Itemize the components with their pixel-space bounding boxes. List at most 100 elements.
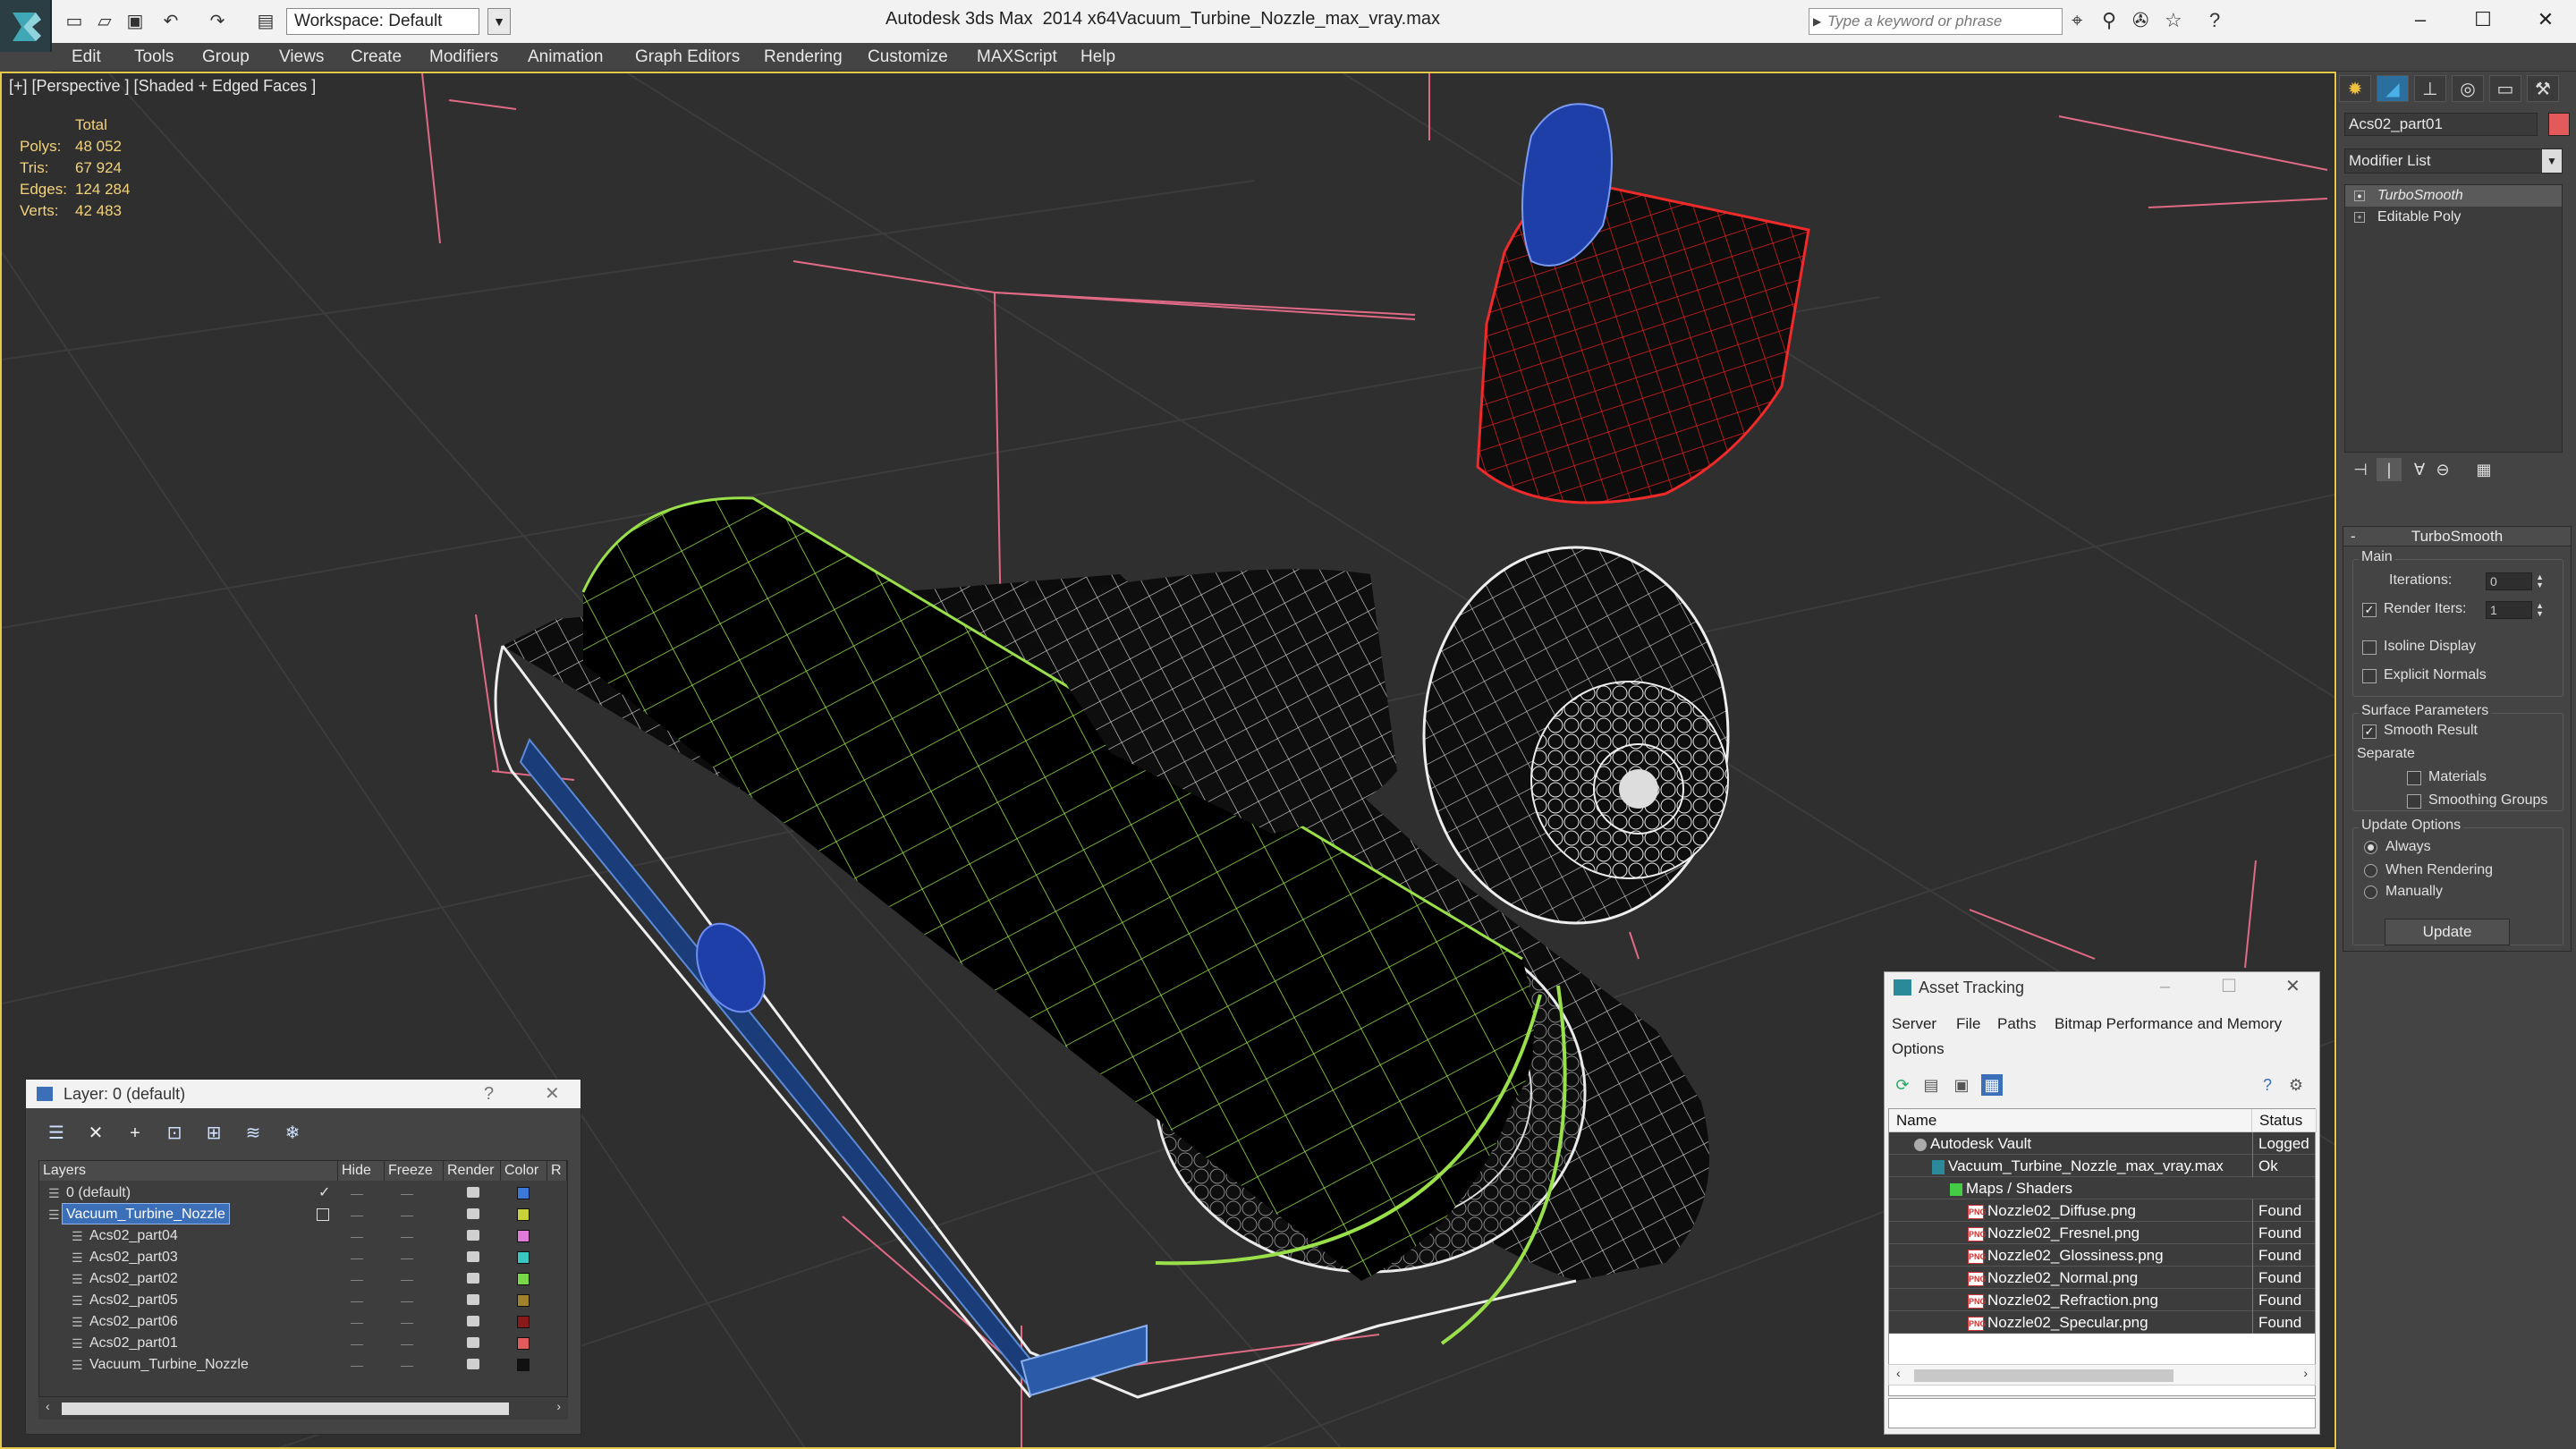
- hide-toggle[interactable]: —: [351, 1354, 363, 1376]
- perspective-viewport[interactable]: [+] [Perspective ] [Shaded + Edged Faces…: [0, 72, 2336, 1449]
- hierarchy-tab-icon[interactable]: ⊥: [2414, 75, 2446, 102]
- menu-graph-editors[interactable]: Graph Editors: [635, 43, 740, 72]
- expand-icon[interactable]: ▶: [1813, 9, 1821, 34]
- hide-toggle[interactable]: —: [351, 1182, 363, 1204]
- col-color[interactable]: Color: [501, 1161, 547, 1181]
- spinner-arrows-icon[interactable]: ▲ ▼: [2536, 573, 2544, 589]
- freeze-all-icon[interactable]: ❄: [282, 1123, 303, 1144]
- materials-checkbox[interactable]: [2407, 771, 2421, 785]
- layer-row[interactable]: ☰ 0 (default) ✓ — —: [39, 1182, 567, 1204]
- smoothing-groups-checkbox[interactable]: [2407, 794, 2421, 809]
- render-iters-checkbox[interactable]: ✓: [2362, 603, 2377, 617]
- maximize-icon[interactable]: ☐: [2221, 972, 2237, 1001]
- binoculars-icon[interactable]: ⌖: [2072, 9, 2082, 32]
- explicit-normals-checkbox[interactable]: [2362, 669, 2377, 683]
- isoline-checkbox[interactable]: [2362, 640, 2377, 655]
- asset-row[interactable]: PNGNozzle02_Refraction.png Found: [1889, 1289, 2315, 1311]
- asset-row[interactable]: PNGNozzle02_Glossiness.png Found: [1889, 1244, 2315, 1267]
- select-objects-icon[interactable]: ⊡: [164, 1123, 185, 1144]
- new-file-icon[interactable]: ▭: [63, 9, 86, 34]
- render-teapot-icon[interactable]: [467, 1359, 479, 1369]
- layer-name[interactable]: Vacuum_Turbine_Nozzle: [86, 1354, 252, 1374]
- horizontal-scrollbar[interactable]: ‹ ›: [1888, 1364, 2316, 1385]
- hide-toggle[interactable]: —: [351, 1311, 363, 1333]
- scroll-right-icon[interactable]: ›: [2303, 1366, 2308, 1380]
- layer-color-swatch[interactable]: [517, 1251, 530, 1264]
- rollout-header[interactable]: - TurboSmooth: [2343, 527, 2571, 547]
- asset-row[interactable]: PNGNozzle02_Normal.png Found: [1889, 1267, 2315, 1289]
- maximize-icon[interactable]: ☐: [2456, 4, 2510, 36]
- active-layer-checkbox[interactable]: [317, 1208, 329, 1221]
- viewport-label[interactable]: [+] [Perspective ] [Shaded + Edged Faces…: [9, 77, 316, 96]
- layer-name[interactable]: 0 (default): [63, 1182, 134, 1202]
- chevron-down-icon[interactable]: ▼: [487, 8, 511, 35]
- layer-name[interactable]: Acs02_part04: [86, 1225, 182, 1245]
- menu-help[interactable]: Help: [1080, 43, 1115, 72]
- stack-item-turbosmooth[interactable]: ● TurboSmooth: [2345, 185, 2562, 207]
- scroll-thumb[interactable]: [62, 1402, 509, 1415]
- settings-icon[interactable]: ⚙: [2285, 1074, 2307, 1096]
- make-unique-icon[interactable]: ∀: [2407, 458, 2432, 481]
- refresh-icon[interactable]: ⟳: [1892, 1074, 1913, 1096]
- render-teapot-icon[interactable]: [467, 1251, 479, 1262]
- hide-toggle[interactable]: —: [351, 1290, 363, 1311]
- update-button[interactable]: Update: [2385, 919, 2510, 945]
- render-teapot-icon[interactable]: [467, 1316, 479, 1326]
- layer-color-swatch[interactable]: [517, 1208, 530, 1221]
- layer-color-swatch[interactable]: [517, 1273, 530, 1285]
- asset-row[interactable]: PNGNozzle02_Fresnel.png Found: [1889, 1222, 2315, 1244]
- asset-menu-options[interactable]: Options: [1892, 1040, 1945, 1058]
- hide-toggle[interactable]: —: [351, 1247, 363, 1268]
- layer-color-swatch[interactable]: [517, 1316, 530, 1328]
- freeze-toggle[interactable]: —: [401, 1333, 413, 1354]
- freeze-toggle[interactable]: —: [401, 1354, 413, 1376]
- communication-icon[interactable]: ✇: [2132, 9, 2148, 32]
- freeze-toggle[interactable]: —: [401, 1182, 413, 1204]
- layer-row[interactable]: ☰ Acs02_part01 — —: [39, 1333, 567, 1354]
- expand-icon[interactable]: +: [2354, 212, 2365, 223]
- layer-row[interactable]: ☰ Acs02_part04 — —: [39, 1225, 567, 1247]
- close-icon[interactable]: ✕: [545, 1080, 560, 1108]
- col-name[interactable]: Name: [1889, 1109, 2252, 1132]
- menu-customize[interactable]: Customize: [868, 43, 948, 72]
- render-teapot-icon[interactable]: [467, 1294, 479, 1305]
- minimize-icon[interactable]: –: [2394, 4, 2447, 36]
- layer-name[interactable]: Vacuum_Turbine_Nozzle: [62, 1203, 230, 1224]
- collapse-icon[interactable]: -: [2351, 527, 2356, 547]
- col-layers[interactable]: Layers: [39, 1161, 338, 1181]
- thumbnail-view-icon[interactable]: ▣: [1951, 1074, 1972, 1096]
- spinner-arrows-icon[interactable]: ▲ ▼: [2536, 602, 2544, 618]
- layer-name[interactable]: Acs02_part02: [86, 1268, 182, 1288]
- asset-menu-bitmap[interactable]: Bitmap Performance and Memory: [2055, 1015, 2282, 1033]
- freeze-toggle[interactable]: —: [401, 1204, 413, 1225]
- remove-modifier-icon[interactable]: ⊖: [2430, 458, 2455, 481]
- asset-row[interactable]: PNGNozzle02_Specular.png Found: [1889, 1311, 2315, 1334]
- smooth-result-checkbox[interactable]: ✓: [2362, 724, 2377, 739]
- help-icon[interactable]: ?: [2257, 1074, 2278, 1096]
- menu-create[interactable]: Create: [351, 43, 402, 72]
- manually-radio[interactable]: [2364, 886, 2377, 899]
- search-input[interactable]: ▶ Type a keyword or phrase: [1809, 8, 2063, 35]
- layer-row[interactable]: ☰ Acs02_part05 — —: [39, 1290, 567, 1311]
- list-view-icon[interactable]: ▤: [1920, 1074, 1942, 1096]
- hide-all-icon[interactable]: ≋: [242, 1123, 264, 1144]
- asset-row[interactable]: Maps / Shaders: [1889, 1177, 2315, 1199]
- freeze-toggle[interactable]: —: [401, 1247, 413, 1268]
- modify-tab-icon[interactable]: ◢: [2377, 75, 2409, 102]
- motion-tab-icon[interactable]: ◎: [2452, 75, 2484, 102]
- always-radio[interactable]: [2364, 841, 2377, 854]
- favorites-star-icon[interactable]: ☆: [2165, 9, 2182, 32]
- object-color-swatch[interactable]: [2548, 113, 2570, 136]
- show-end-result-icon[interactable]: |: [2377, 458, 2402, 481]
- configure-sets-icon[interactable]: ▦: [2471, 458, 2496, 481]
- scroll-left-icon[interactable]: ‹: [1896, 1366, 1901, 1380]
- create-layer-icon[interactable]: ☰: [46, 1123, 67, 1144]
- delete-layer-icon[interactable]: ✕: [85, 1123, 106, 1144]
- menu-modifiers[interactable]: Modifiers: [429, 43, 498, 72]
- asset-row[interactable]: Autodesk Vault Logged: [1889, 1132, 2315, 1155]
- layer-name[interactable]: Acs02_part01: [86, 1333, 182, 1352]
- scroll-right-icon[interactable]: ›: [556, 1399, 561, 1413]
- layer-row[interactable]: ☰ Vacuum_Turbine_Nozzle — —: [39, 1354, 567, 1376]
- project-folder-icon[interactable]: ▤: [254, 9, 277, 34]
- active-checkmark-icon[interactable]: ✓: [318, 1182, 330, 1204]
